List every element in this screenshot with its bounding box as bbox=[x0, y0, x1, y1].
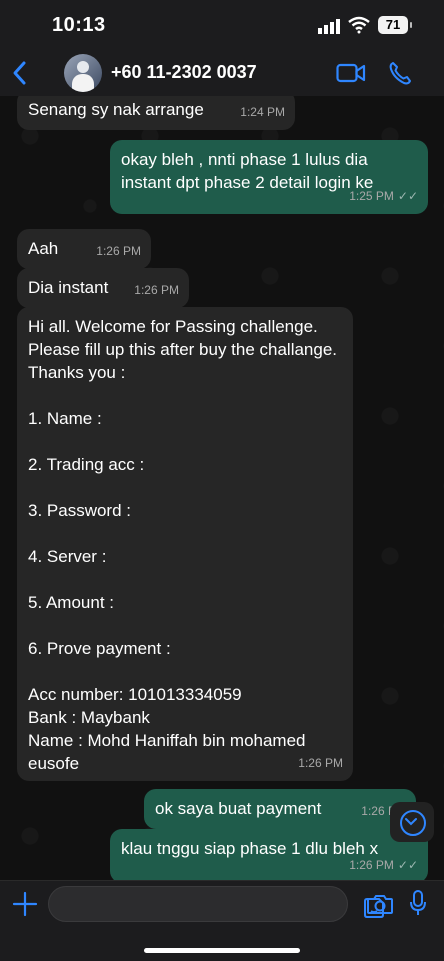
chevron-down-icon bbox=[405, 818, 417, 826]
message-bubble-incoming[interactable]: Senang sy nak arrange 1:24 PM bbox=[17, 96, 295, 130]
scroll-to-bottom-button[interactable] bbox=[390, 802, 434, 842]
wifi-icon bbox=[348, 16, 370, 34]
message-text: Dia instant bbox=[28, 278, 109, 297]
avatar[interactable] bbox=[64, 54, 102, 92]
chat-area[interactable]: Senang sy nak arrange 1:24 PM okay bleh … bbox=[0, 96, 444, 880]
phone-icon[interactable] bbox=[388, 60, 412, 86]
home-indicator bbox=[144, 948, 300, 953]
status-time: 10:13 bbox=[52, 14, 106, 36]
plus-icon[interactable] bbox=[12, 891, 38, 917]
message-meta: 1:25 PM ✓✓ bbox=[349, 185, 418, 208]
chat-header: +60 11-2302 0037 bbox=[0, 52, 444, 97]
message-bubble-incoming[interactable]: Dia instant 1:26 PM bbox=[17, 268, 189, 308]
contact-name[interactable]: +60 11-2302 0037 bbox=[111, 62, 257, 83]
microphone-icon[interactable] bbox=[408, 889, 428, 917]
message-bubble-outgoing[interactable]: ok saya buat payment 1:26 PM bbox=[144, 789, 416, 829]
message-bubble-incoming[interactable]: Hi all. Welcome for Passing challenge. P… bbox=[17, 307, 353, 781]
double-check-icon: ✓✓ bbox=[397, 858, 418, 872]
camera-icon[interactable] bbox=[366, 893, 394, 915]
avatar-body-shape bbox=[72, 74, 94, 92]
message-bubble-outgoing[interactable]: okay bleh , nnti phase 1 lulus dia insta… bbox=[110, 140, 428, 214]
message-text: okay bleh , nnti phase 1 lulus dia insta… bbox=[121, 150, 374, 192]
cellular-signal-icon bbox=[318, 19, 340, 34]
message-time: 1:26 PM bbox=[298, 756, 343, 770]
message-text: Aah bbox=[28, 239, 59, 258]
message-time: 1:25 PM bbox=[349, 189, 394, 203]
message-bubble-incoming[interactable]: Aah 1:26 PM bbox=[17, 229, 151, 269]
message-meta: 1:26 PM ✓✓ bbox=[349, 854, 418, 877]
message-time: 1:26 PM bbox=[96, 244, 141, 258]
video-camera-icon[interactable] bbox=[336, 62, 366, 84]
message-time: 1:26 PM bbox=[349, 858, 394, 872]
status-bar: 10:13 71 bbox=[0, 0, 444, 52]
avatar-head-shape bbox=[77, 61, 89, 73]
message-bubble-outgoing[interactable]: klau tnggu siap phase 1 dlu bleh x 1:26 … bbox=[110, 829, 428, 880]
message-time: 1:24 PM bbox=[240, 105, 285, 119]
message-text: Hi all. Welcome for Passing challenge. P… bbox=[28, 317, 338, 773]
message-time: 1:26 PM bbox=[134, 283, 179, 297]
message-text: ok saya buat payment bbox=[155, 799, 322, 818]
message-text: Senang sy nak arrange bbox=[28, 100, 204, 119]
double-check-icon: ✓✓ bbox=[397, 189, 418, 203]
message-input[interactable] bbox=[48, 886, 384, 922]
message-text: klau tnggu siap phase 1 dlu bleh x bbox=[121, 839, 379, 858]
battery-indicator: 71 bbox=[378, 16, 412, 34]
chevron-left-icon[interactable] bbox=[10, 60, 30, 86]
message-composer bbox=[0, 880, 444, 961]
